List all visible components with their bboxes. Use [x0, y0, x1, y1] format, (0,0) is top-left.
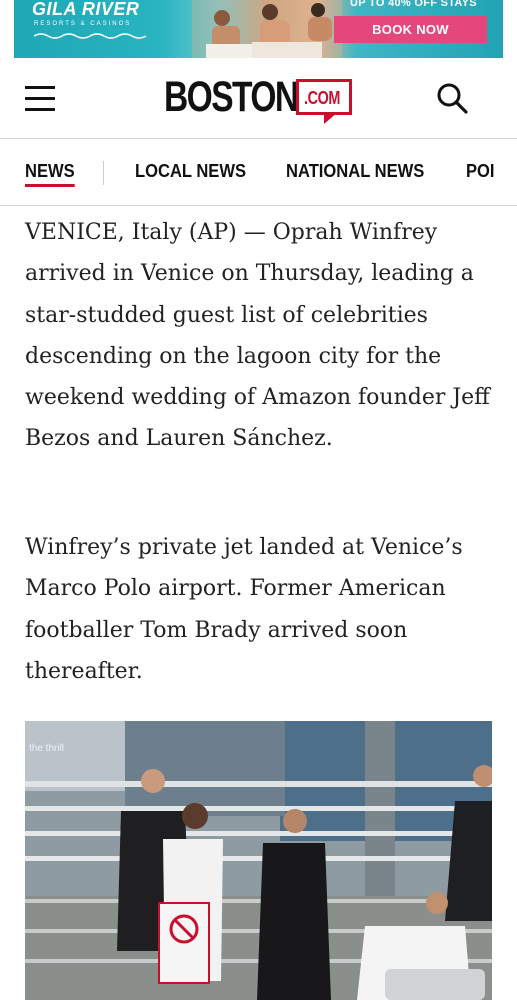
article-paragraph: Winfrey’s private jet landed at Venice’s…	[25, 535, 463, 684]
hamburger-menu-icon[interactable]	[25, 86, 57, 112]
logo-wordmark: BOSTON	[164, 73, 299, 121]
photo-background-text: the thrill	[29, 743, 65, 754]
ad-people-image	[192, 0, 342, 58]
boston-com-logo[interactable]: BOSTON .COM	[164, 69, 354, 129]
ad-brand-subtitle: RESORTS & CASINOS	[34, 21, 132, 27]
logo-speech-tail	[324, 112, 338, 124]
ad-brand-name: GILA RIVER	[32, 0, 140, 19]
nav-divider	[103, 161, 104, 185]
ad-offer-text: UP TO 40% OFF STAYS	[350, 0, 477, 9]
nav-item-news[interactable]: NEWS	[25, 161, 75, 182]
article-photo[interactable]: the thrill	[25, 721, 492, 1000]
search-icon[interactable]	[436, 82, 468, 114]
ad-book-now-button[interactable]: BOOK NOW	[334, 16, 487, 43]
nav-item-poi[interactable]: POI	[466, 161, 495, 182]
nav-item-national-news[interactable]: NATIONAL NEWS	[286, 161, 424, 182]
ad-wave-decoration	[34, 33, 147, 39]
ad-banner[interactable]: GILA RIVER RESORTS & CASINOS UP TO 40% O…	[14, 0, 503, 58]
logo-com-box: .COM	[296, 79, 352, 115]
article-paragraph: VENICE, Italy (AP) — Oprah Winfrey arriv…	[25, 220, 490, 452]
photo-scene	[25, 721, 492, 1000]
section-nav: NEWS LOCAL NEWS NATIONAL NEWS POI	[0, 139, 517, 206]
nav-item-local-news[interactable]: LOCAL NEWS	[135, 161, 246, 182]
ad-banner-container: GILA RIVER RESORTS & CASINOS UP TO 40% O…	[0, 0, 517, 60]
logo-com-text: .COM	[304, 88, 340, 108]
